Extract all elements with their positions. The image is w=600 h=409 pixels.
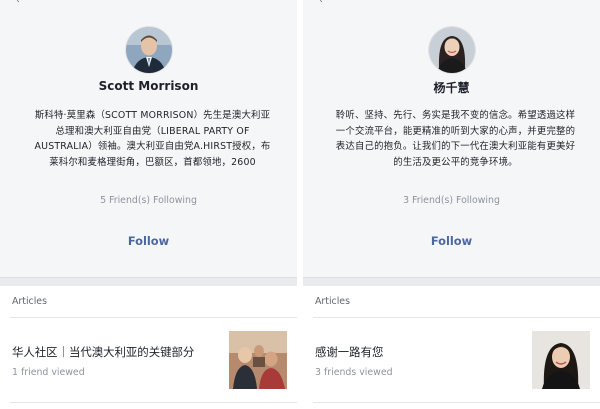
- profile-bio: 斯科特·莫里森（SCOTT MORRISON）先生是澳大利亚总理和澳大利亚自由党…: [34, 110, 271, 168]
- article-thumbnail[interactable]: [229, 331, 287, 389]
- follow-button[interactable]: Follow: [431, 234, 472, 248]
- profile-bio: 聆听、坚持、先行、务实是我不变的信念。希望透過这样一个交流平台，能更精准的听到大…: [335, 110, 576, 168]
- profile-avatar-right[interactable]: [428, 27, 475, 73]
- stray-mark: `: [319, 0, 324, 11]
- stray-mark: `: [16, 0, 21, 11]
- article-item[interactable]: 感谢一路有您 3 friends viewed: [303, 318, 600, 409]
- articles-header: Articles: [12, 296, 47, 307]
- article-title[interactable]: 华人社区｜当代澳大利亚的关键部分: [12, 344, 194, 360]
- article-title[interactable]: 感谢一路有您: [315, 344, 383, 360]
- portrait-woman-icon: [428, 27, 475, 73]
- friends-following-count: 5 Friend(s) Following: [100, 195, 197, 206]
- profile-card: ` Scott Morrison 斯科特·莫里森（SCOTT MORRISON）…: [0, 0, 297, 278]
- profile-name[interactable]: 杨千慧: [303, 79, 600, 96]
- crowd-photo-icon: [229, 331, 287, 389]
- profile-avatar-left[interactable]: [125, 27, 172, 73]
- articles-header: Articles: [315, 296, 350, 307]
- friends-following-count: 3 Friend(s) Following: [403, 195, 500, 206]
- profile-card: ` 杨千慧 聆听、坚持、先行、务实是我不变的信念。希望透過这样一个交流平台，能更…: [303, 0, 600, 278]
- article-thumbnail[interactable]: [532, 331, 590, 389]
- follow-button[interactable]: Follow: [128, 234, 169, 248]
- divider: [313, 402, 600, 403]
- articles-section: Articles 华人社区｜当代澳大利亚的关键部分 1 friend viewe…: [0, 286, 297, 409]
- portrait-man-icon: [125, 27, 172, 73]
- woman-portrait-photo-icon: [532, 331, 590, 389]
- article-viewed-count: 3 friends viewed: [315, 367, 393, 378]
- articles-section: Articles 感谢一路有您 3 friends viewed: [303, 286, 600, 409]
- divider: [10, 402, 297, 403]
- page-card-right: ` 杨千慧 聆听、坚持、先行、务实是我不变的信念。希望透過这样一个交流平台，能更…: [303, 0, 600, 409]
- article-item[interactable]: 华人社区｜当代澳大利亚的关键部分 1 friend viewed: [0, 318, 297, 409]
- page-card-left: ` Scott Morrison 斯科特·莫里森（SCOTT MORRISON）…: [0, 0, 297, 409]
- article-viewed-count: 1 friend viewed: [12, 367, 85, 378]
- profile-name[interactable]: Scott Morrison: [0, 79, 297, 93]
